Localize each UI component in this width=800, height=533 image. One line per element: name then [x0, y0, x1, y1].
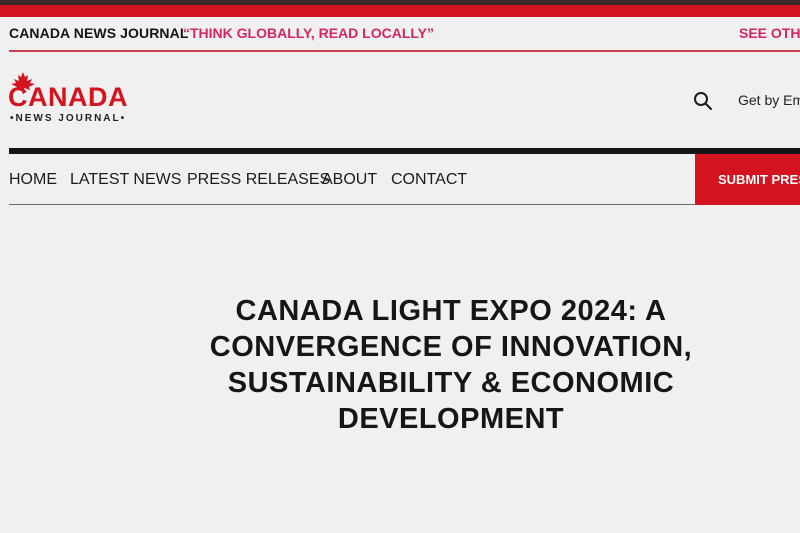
nav-item-latest-news[interactable]: LATEST NEWS: [70, 171, 181, 189]
nav-item-about[interactable]: ABOUT: [322, 171, 377, 189]
logo-subtitle: •NEWS JOURNAL•: [10, 113, 127, 124]
search-icon[interactable]: [693, 91, 713, 111]
topbar-slogan: “THINK GLOBALLY, READ LOCALLY”: [183, 25, 434, 41]
nav-item-press-releases[interactable]: PRESS RELEASES: [187, 171, 330, 189]
submit-press-release-button[interactable]: SUBMIT PRES: [695, 154, 800, 205]
nav-item-contact[interactable]: CONTACT: [391, 171, 467, 189]
article-headline: CANADA LIGHT EXPO 2024: A CONVERGENCE OF…: [209, 295, 693, 435]
nav-bottom-divider: [9, 204, 695, 205]
email-subscribe-link[interactable]: Get by Ema: [738, 92, 800, 108]
see-other-link[interactable]: SEE OTHE: [739, 25, 800, 41]
nav-item-home[interactable]: HOME: [9, 171, 57, 189]
nav-top-bar: [9, 148, 800, 154]
topbar-brand: CANADA NEWS JOURNAL: [9, 25, 189, 41]
top-stripe-red: [0, 5, 800, 17]
logo-wordmark: CANADA: [8, 82, 128, 112]
topbar-divider: [9, 50, 800, 52]
